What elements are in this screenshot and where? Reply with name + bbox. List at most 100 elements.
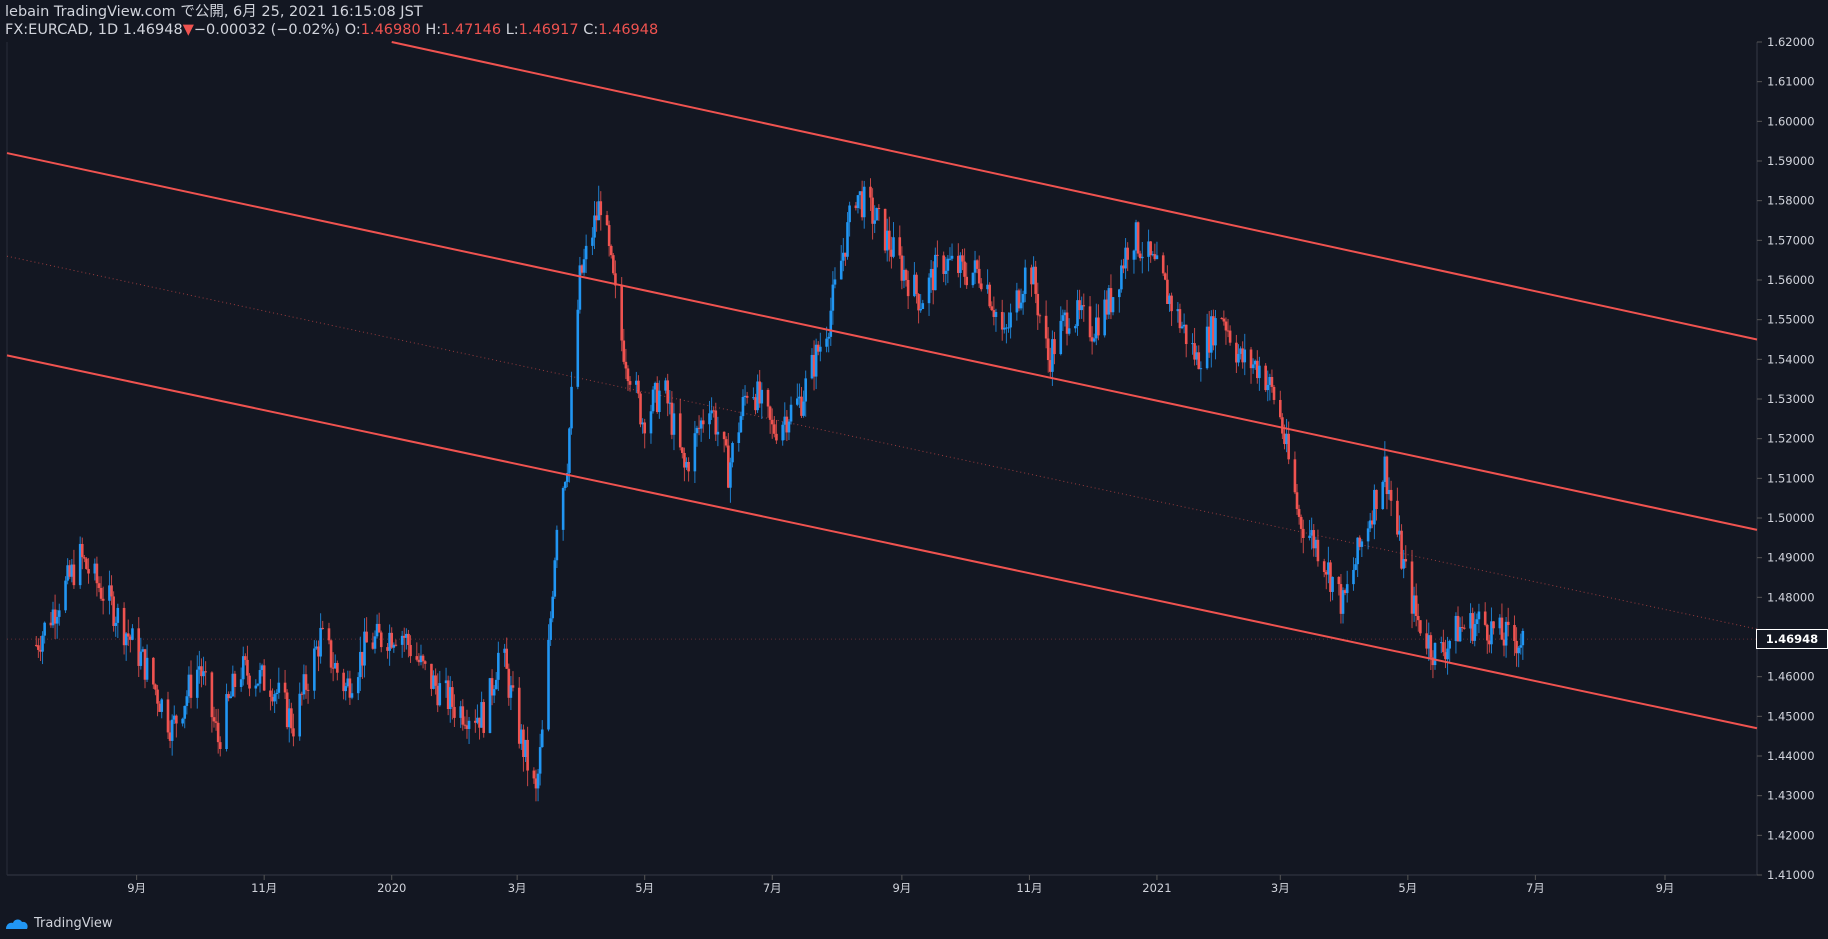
candle-body <box>277 682 281 693</box>
candle-body <box>1504 621 1508 646</box>
candle-body <box>321 627 325 629</box>
candle-body <box>87 568 90 574</box>
candle-body <box>1251 364 1255 369</box>
candle-body <box>114 622 118 626</box>
candle-body <box>1180 326 1184 329</box>
candle-body <box>185 696 189 706</box>
candle-body <box>1088 306 1092 338</box>
candle-body <box>825 338 828 347</box>
candle-body <box>892 237 895 257</box>
candle-body <box>492 689 496 696</box>
candle-body <box>919 308 922 311</box>
candle-body <box>1126 247 1129 260</box>
candle-body <box>658 390 661 413</box>
candle-body <box>628 381 632 385</box>
candle-body <box>551 596 554 619</box>
candle-body <box>1046 338 1050 361</box>
candle-body <box>584 245 588 260</box>
candle-body <box>1222 318 1226 322</box>
candle-body <box>829 310 833 337</box>
candle-body <box>1414 595 1418 616</box>
candle-body <box>708 413 711 425</box>
candle-body <box>599 201 603 216</box>
candle-body <box>37 645 40 650</box>
candle-body <box>612 255 615 274</box>
candle-body <box>112 596 115 626</box>
x-tick-label: 7月 <box>1526 881 1545 895</box>
candle-body <box>729 462 732 488</box>
candle-body <box>526 739 529 771</box>
candle-body <box>877 208 881 210</box>
candle-body <box>944 270 948 274</box>
candle-body <box>921 303 925 309</box>
x-tick-label: 11月 <box>251 881 277 895</box>
x-tick-label: 2020 <box>377 881 406 895</box>
y-tick-label: 1.61000 <box>1767 75 1815 89</box>
candle-body <box>739 416 743 433</box>
candle-body <box>327 628 331 641</box>
candle-body <box>131 628 134 640</box>
candle-body <box>1136 222 1140 254</box>
candle-body <box>262 665 266 691</box>
candle-body <box>160 699 164 712</box>
candle-body <box>1404 559 1408 562</box>
candle-body <box>1038 315 1042 317</box>
y-tick-label: 1.49000 <box>1767 551 1815 565</box>
candle-body <box>350 693 354 698</box>
candle-body <box>1155 255 1159 260</box>
candle-body <box>1297 509 1301 517</box>
candle-body <box>85 558 88 569</box>
candle-body <box>1500 617 1504 640</box>
candle-body <box>1197 352 1201 370</box>
candle-body <box>181 718 184 724</box>
candle-body <box>871 197 874 224</box>
candle-body <box>101 598 105 601</box>
candle-body <box>1416 615 1420 621</box>
candle-body <box>875 208 879 221</box>
candle-body <box>1059 320 1063 355</box>
candle-body <box>1019 302 1023 309</box>
candle-body <box>1442 642 1445 653</box>
candle-body <box>97 583 101 588</box>
y-tick-label: 1.56000 <box>1767 273 1815 287</box>
candle-body <box>846 222 849 257</box>
candle-body <box>666 380 669 404</box>
candle-body <box>273 694 276 702</box>
price-chart[interactable]: 1.41000 1.42000 1.43000 1.44000 1.45000 1.460… <box>0 0 1828 939</box>
candle-body <box>1170 295 1173 312</box>
candle-body <box>775 433 778 441</box>
candle-body <box>175 715 178 724</box>
y-tick-label: 1.60000 <box>1767 114 1815 128</box>
candle-body <box>1521 630 1525 646</box>
candle-body <box>651 389 655 412</box>
candle-body <box>497 652 500 680</box>
candle-body <box>561 488 565 530</box>
candle-body <box>591 237 594 246</box>
candle-body <box>283 682 287 693</box>
candle-body <box>770 419 774 425</box>
candle-body <box>1492 621 1495 629</box>
candle-body <box>637 380 640 394</box>
candle-body <box>1433 642 1437 666</box>
x-tick-label: 5月 <box>635 881 654 895</box>
candle-body <box>467 720 471 729</box>
y-tick-label: 1.54000 <box>1767 352 1815 366</box>
candle-body <box>183 705 187 719</box>
candle-body <box>1446 648 1449 660</box>
candle-body <box>1308 535 1311 539</box>
candle-body <box>1331 576 1334 592</box>
candle-body <box>1389 489 1393 501</box>
candle-body <box>731 443 734 463</box>
candle-body <box>336 663 339 673</box>
candle-body <box>787 421 791 433</box>
candle-body <box>773 424 776 434</box>
y-tick-label: 1.43000 <box>1767 789 1815 803</box>
candle-body <box>407 633 410 645</box>
candle-body <box>1299 516 1303 529</box>
candle-body <box>95 563 99 584</box>
tradingview-brand: TradingView <box>34 916 113 931</box>
candle-body <box>254 685 258 689</box>
candle-body <box>218 742 222 749</box>
candle-body <box>789 404 793 422</box>
candle-body <box>1141 256 1144 259</box>
